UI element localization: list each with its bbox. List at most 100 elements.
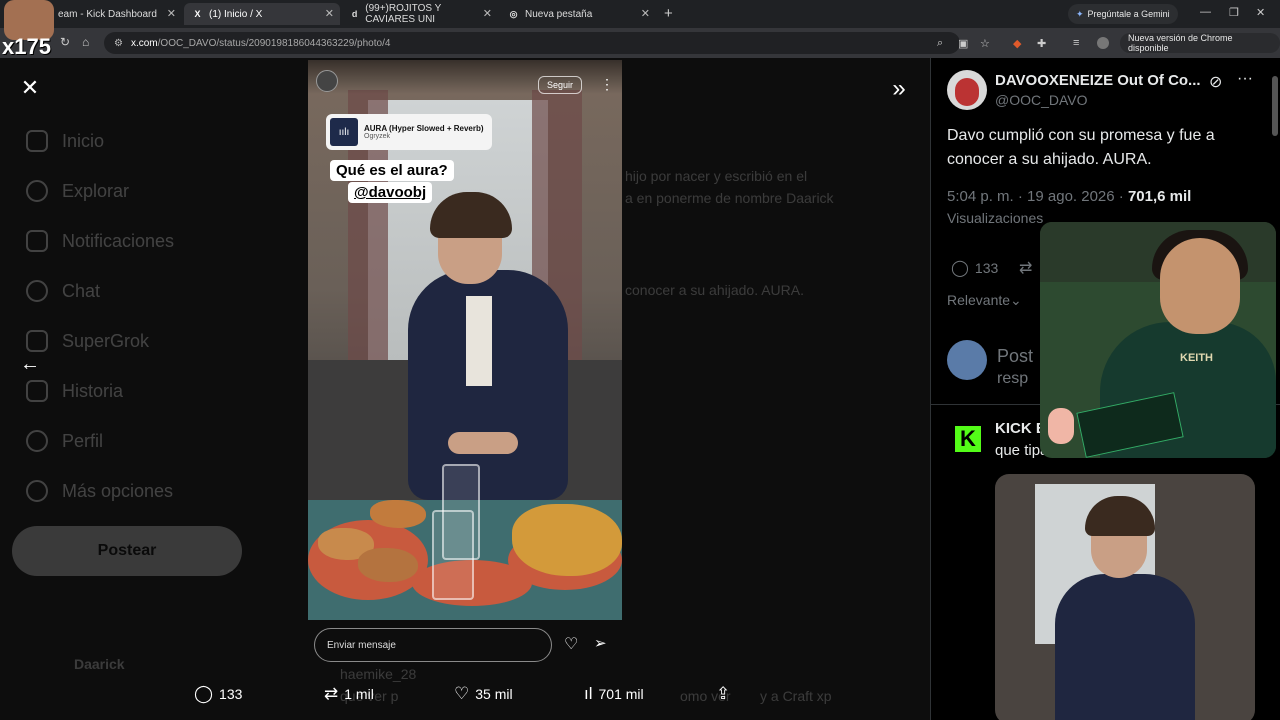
close-tab-icon[interactable]: ✕	[325, 7, 334, 20]
glass	[432, 510, 474, 600]
chat-icon	[26, 280, 48, 302]
story-caption: Qué es el aura?	[330, 160, 454, 181]
comment-icon: ◯	[194, 684, 214, 703]
song-artist: Ogryzek	[364, 133, 391, 140]
reply-image[interactable]	[995, 474, 1255, 720]
url-domain: x.com	[130, 37, 158, 49]
tab-new-tab[interactable]: ◎ Nueva pestaña ✕	[500, 3, 656, 25]
tweet-views-count: 701,6 mil	[1127, 188, 1192, 205]
views-action[interactable]: ıl 701 mil	[584, 684, 644, 704]
person-shirt	[466, 296, 492, 386]
author-handle[interactable]: @OOC_DAVO	[995, 92, 1088, 108]
bg-nav-explorar: Explorar	[26, 180, 129, 202]
more-options-icon[interactable]: ···	[1237, 70, 1253, 88]
post-actions: ◯ 133 ⇄ 1 mil ♡ 35 mil ıl 701 mil ⇪	[180, 680, 760, 710]
expand-panel-button[interactable]: »	[886, 75, 912, 102]
author-avatar[interactable]	[947, 70, 987, 110]
new-tab-button[interactable]: +	[664, 5, 673, 22]
bg-snippet: a en ponerme de nombre Daarick	[625, 190, 834, 206]
follow-button[interactable]: Seguir	[538, 76, 583, 94]
author-name[interactable]: DAVOOXENEIZE Out Of Co...	[995, 72, 1201, 89]
bookmark-star-icon[interactable]: ☆	[980, 37, 990, 50]
extension-icon[interactable]: ◆	[1013, 37, 1021, 50]
close-viewer-button[interactable]: ✕	[18, 75, 42, 100]
tweet-meta: 5:04 p. m. · 19 ago. 2026 · 701,6 mil	[947, 188, 1191, 205]
kick-logo-icon[interactable]: K	[955, 426, 981, 452]
heart-icon[interactable]: ♡	[564, 634, 578, 654]
reply-action[interactable]: ◯ 133	[951, 258, 998, 278]
person-icon	[26, 430, 48, 452]
toolbar: ↻ ⌂ ⚙ x.com /OOC_DAVO/status/20901981860…	[0, 28, 1280, 58]
reply-composer-line2[interactable]: resp	[997, 370, 1028, 388]
tab-kick-dashboard[interactable]: eam - Kick Dashboard ✕	[50, 3, 182, 25]
reply-image-suit	[1055, 574, 1195, 720]
restore-icon[interactable]: ❐	[1229, 6, 1239, 19]
close-tab-icon[interactable]: ✕	[483, 7, 492, 20]
grok-icon[interactable]: ⊘	[1209, 72, 1222, 92]
pastry	[370, 500, 426, 528]
address-bar[interactable]: ⚙ x.com /OOC_DAVO/status/209019818604436…	[104, 32, 960, 54]
emote-sticker	[1048, 408, 1074, 444]
story-avatar[interactable]	[316, 70, 338, 92]
extensions-puzzle-icon[interactable]: ✚	[1037, 37, 1046, 50]
tab-rojitos[interactable]: d (99+)ROJITOS Y CAVIARES UNI ✕	[342, 3, 498, 25]
tweet-text: Davo cumplió con su promesa y fue a cono…	[947, 127, 1215, 168]
repost-action[interactable]: ⇄ 1 mil	[324, 684, 374, 704]
zoom-icon[interactable]: ⌕	[937, 37, 943, 50]
bg-nav-mas: Más opciones	[26, 480, 173, 502]
like-count: 35 mil	[475, 686, 513, 702]
reply-author-name[interactable]: KICK E	[995, 420, 1046, 437]
bell-icon	[26, 230, 48, 252]
repost-count: 1 mil	[344, 686, 374, 702]
media-control-icon[interactable]: ≡	[1073, 37, 1079, 49]
search-icon	[26, 180, 48, 202]
bg-nav-historia: Historia	[26, 380, 123, 402]
streamer-webcam: KEITH	[1040, 222, 1276, 458]
send-icon[interactable]: ➢	[594, 634, 607, 652]
reload-icon[interactable]: ↻	[60, 35, 70, 49]
bg-nav-label: Explorar	[62, 180, 130, 201]
pastry	[358, 548, 418, 582]
site-info-icon[interactable]: ⚙	[114, 38, 123, 49]
chrome-update-button[interactable]: Nueva versión de Chrome disponible	[1120, 33, 1280, 53]
reply-composer[interactable]: Post	[997, 346, 1033, 367]
heart-icon: ♡	[454, 684, 470, 703]
sort-dropdown[interactable]: Relevante⌄	[947, 292, 1022, 309]
sort-label: Relevante	[947, 292, 1011, 308]
share-action[interactable]: ⇪	[716, 684, 730, 704]
chevron-down-icon: ⌄	[1010, 292, 1022, 308]
more-options-icon[interactable]: ⋮	[600, 76, 614, 93]
close-tab-icon[interactable]: ✕	[641, 7, 650, 20]
close-tab-icon[interactable]: ✕	[167, 7, 176, 20]
gemini-button[interactable]: ✦ Pregúntale a Gemini	[1068, 4, 1178, 24]
tab-strip: eam - Kick Dashboard ✕ X (1) Inicio / X …	[0, 0, 1280, 28]
gemini-icon: ✦	[1076, 8, 1084, 19]
previous-photo-button[interactable]: ←	[18, 352, 42, 376]
view-count: 701 mil	[598, 686, 644, 702]
reply-action[interactable]: ◯ 133	[194, 684, 242, 704]
repost-icon: ⇄	[324, 684, 339, 703]
url-path: /OOC_DAVO/status/2090198186044363229/pho…	[157, 37, 391, 49]
x-logo-icon: X	[194, 9, 201, 19]
screencast-icon[interactable]: ▣	[958, 37, 968, 50]
reply-count: 133	[219, 686, 243, 702]
send-message-input[interactable]: Enviar mensaje	[314, 628, 552, 662]
minimize-icon[interactable]: —	[1200, 6, 1211, 18]
home-icon[interactable]: ⌂	[82, 35, 89, 49]
story-mention[interactable]: @davoobj	[348, 182, 433, 203]
bg-snippet: conocer a su ahijado. AURA.	[625, 282, 804, 298]
close-window-icon[interactable]: ✕	[1256, 6, 1265, 19]
story-image[interactable]: Seguir ⋮ ıılı AURA (Hyper Slowed + Rever…	[308, 60, 622, 620]
music-sticker[interactable]: ıılı AURA (Hyper Slowed + Reverb) Ogryze…	[326, 114, 492, 150]
tab-label: eam - Kick Dashboard	[58, 8, 157, 20]
bar-chart-icon: ıl	[584, 684, 593, 703]
tab-x-home[interactable]: X (1) Inicio / X ✕	[184, 3, 340, 25]
tweet-time: 5:04 p. m. · 19 ago. 2026 ·	[947, 188, 1128, 205]
scrollbar[interactable]	[1272, 76, 1278, 136]
repost-icon[interactable]: ⇄	[1019, 258, 1032, 278]
profile-avatar-icon[interactable]	[1097, 37, 1109, 49]
home-icon	[26, 130, 48, 152]
song-title: AURA (Hyper Slowed + Reverb)	[364, 124, 484, 133]
bg-nav-notificaciones: Notificaciones	[26, 230, 174, 252]
like-action[interactable]: ♡ 35 mil	[454, 684, 513, 704]
